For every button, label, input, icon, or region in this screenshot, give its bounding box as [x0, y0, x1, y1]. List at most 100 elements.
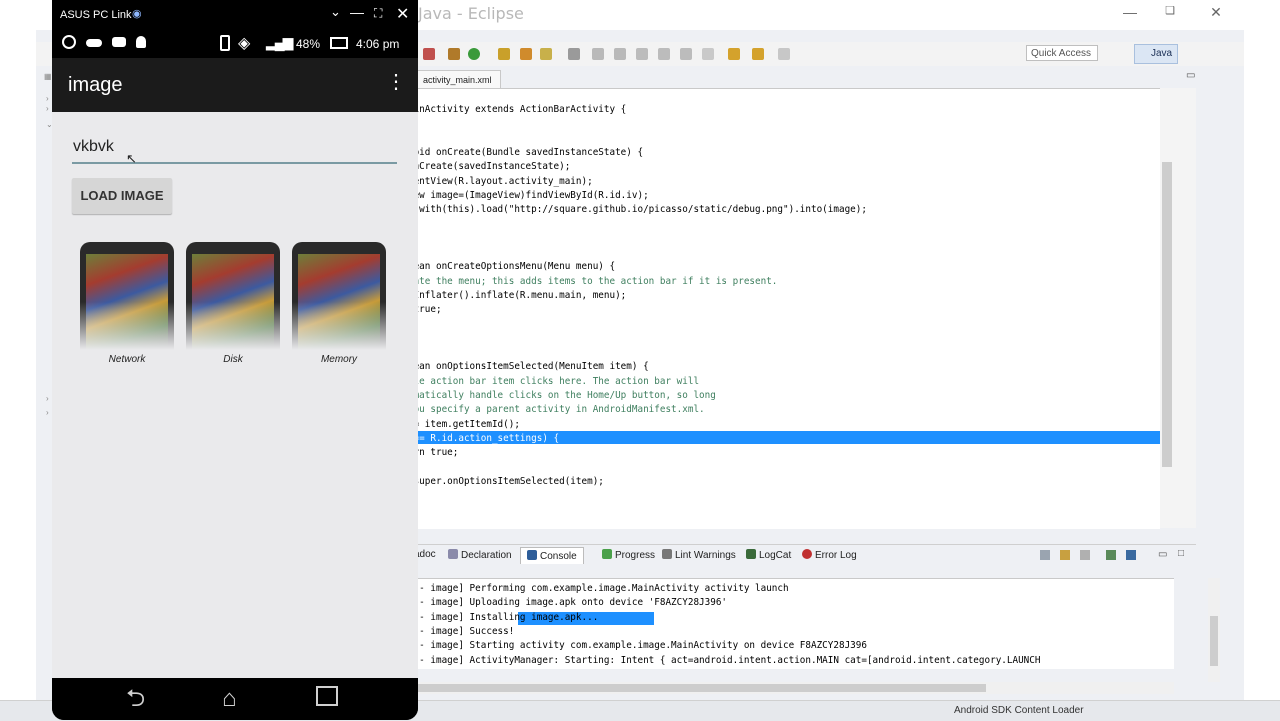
tab-declaration[interactable]: Declaration	[448, 549, 512, 561]
debug-icon[interactable]	[423, 48, 435, 60]
load-image-button[interactable]: LOAD IMAGE	[72, 178, 172, 214]
package-explorer-icon[interactable]: ▦	[44, 72, 52, 81]
text-input-value: vkbvk	[73, 138, 114, 155]
open-type-icon[interactable]	[540, 48, 552, 60]
whitespace-icon[interactable]	[658, 48, 670, 60]
display-console-icon[interactable]	[1106, 550, 1116, 560]
pc-link-minimize-icon[interactable]: —	[350, 4, 364, 20]
pin-console-icon[interactable]	[1080, 550, 1090, 560]
pin-editor-icon[interactable]	[702, 48, 714, 60]
tab-logcat[interactable]: LogCat	[746, 549, 791, 561]
format-icon[interactable]	[680, 48, 692, 60]
tree-expand-icon[interactable]: ›	[46, 394, 49, 403]
android-nav-bar: ⮌ ⌂	[52, 678, 418, 720]
pc-link-title: ASUS PC Link	[60, 9, 132, 21]
code-line: c boolean onOptionsItemSelected(MenuItem…	[380, 361, 649, 373]
new-class-icon[interactable]	[520, 48, 532, 60]
android-status-bar: ◈ ▂▄▆ 48% 4:06 pm	[52, 30, 418, 58]
minimize-editor-icon[interactable]: ▭	[1186, 70, 1195, 81]
console-icon	[527, 550, 537, 560]
run-icon[interactable]	[468, 48, 480, 60]
eclipse-window-title: Java - Eclipse	[418, 4, 524, 23]
console-vertical-scrollbar[interactable]	[1208, 578, 1220, 682]
search-icon[interactable]	[568, 48, 580, 60]
app-content: vkbvk ↖ LOAD IMAGE Network Disk Memory	[52, 112, 418, 678]
tab-error-log[interactable]: Error Log	[802, 549, 857, 561]
url-text-input[interactable]: vkbvk ↖	[72, 134, 397, 166]
whatsapp-icon	[62, 35, 76, 49]
block-select-icon[interactable]	[636, 48, 648, 60]
code-line: / as you specify a parent activity in An…	[380, 404, 705, 416]
restore-icon[interactable]: ❑	[1160, 4, 1180, 17]
code-line: / Inflate the menu; this adds items to t…	[380, 275, 778, 287]
thumbnail-label-network: Network	[108, 354, 146, 365]
thumbnail-network[interactable]	[80, 242, 174, 350]
recents-icon[interactable]	[316, 686, 338, 706]
console-line: :06:26 - image] ActivityManager: Startin…	[380, 654, 1041, 666]
java-editor[interactable]: ass MainActivity extends ActionBarActivi…	[380, 88, 1160, 529]
status-text: Android SDK Content Loader	[954, 705, 1084, 716]
close-icon[interactable]: ✕	[1206, 4, 1226, 21]
editor-scroll-thumb[interactable]	[1162, 162, 1172, 467]
lint-icon	[662, 549, 672, 559]
pc-link-collapse-icon[interactable]: ⌄	[330, 4, 341, 20]
thumbnail-memory[interactable]	[292, 242, 386, 350]
build-icon[interactable]	[448, 48, 460, 60]
console-scroll-thumb[interactable]	[384, 684, 986, 692]
back-icon[interactable]: ⮌	[126, 687, 145, 711]
history-icon[interactable]	[778, 48, 790, 60]
tab-lint-label: Lint Warnings	[675, 550, 736, 561]
declaration-icon	[448, 549, 458, 559]
scroll-lock-icon[interactable]	[1060, 550, 1070, 560]
code-line: / Handle action bar item clicks here. Th…	[380, 375, 700, 387]
app-title: image	[68, 74, 123, 96]
overflow-menu-icon[interactable]: ⋮	[386, 72, 406, 92]
back-arrow-icon[interactable]	[728, 48, 740, 60]
pc-link-fullscreen-icon[interactable]: ⛶	[374, 6, 382, 21]
maximize-view-icon[interactable]: □	[1178, 548, 1184, 559]
tab-error-log-label: Error Log	[815, 550, 857, 561]
minimize-icon[interactable]: —	[1120, 4, 1140, 20]
minimize-view-icon[interactable]: ▭	[1158, 549, 1167, 560]
tab-lint-warnings[interactable]: Lint Warnings	[662, 549, 736, 561]
bottom-view-tabs: adoc Declaration Console Progress Lint W…	[380, 544, 1196, 567]
tree-expand-icon[interactable]: ›	[46, 408, 49, 417]
pc-link-wifi-icon: ◉	[132, 8, 142, 20]
tree-expand-icon[interactable]: ›	[46, 104, 49, 113]
reflection-fade	[186, 302, 280, 350]
code-line: / automatically handle clicks on the Hom…	[380, 390, 716, 401]
tree-expand-icon[interactable]: ›	[46, 94, 49, 103]
code-line: cted void onCreate(Bundle savedInstanceS…	[380, 146, 644, 158]
tab-progress-label: Progress	[615, 550, 656, 561]
tab-activity-main-xml[interactable]: activity_main.xml	[404, 70, 501, 89]
app-action-bar: image ⋮	[52, 58, 418, 112]
open-console-icon[interactable]	[1126, 550, 1136, 560]
pc-link-close-icon[interactable]: ✕	[396, 4, 409, 24]
thumbnail-disk[interactable]	[186, 242, 280, 350]
annotation-icon[interactable]	[614, 48, 626, 60]
quick-access-input[interactable]: Quick Access	[1026, 45, 1098, 61]
forward-arrow-icon[interactable]	[752, 48, 764, 60]
clear-console-icon[interactable]	[1040, 550, 1050, 560]
console-line: :06:16 - image] Uploading image.apk onto…	[380, 597, 728, 609]
cloud-icon	[86, 39, 102, 47]
phone-mirror: ASUS PC Link ◉ ⌄ — ⛶ ✕ ◈ ▂▄▆ 48% 4:06 pm…	[52, 0, 418, 720]
tab-declaration-label: Declaration	[461, 550, 512, 561]
reflection-fade	[80, 302, 174, 350]
editor-tab-bar: activity_main.xml ▭	[380, 68, 1196, 89]
console-output[interactable]: :06:13 - image] Performing com.example.i…	[380, 578, 1174, 669]
console-vscroll-thumb[interactable]	[1210, 616, 1218, 666]
tab-console[interactable]: Console	[520, 547, 584, 564]
home-icon[interactable]: ⌂	[222, 687, 237, 711]
external-tools-icon[interactable]	[498, 48, 510, 60]
signal-icon: ▂▄▆	[266, 34, 293, 50]
tab-label: activity_main.xml	[423, 75, 492, 85]
thumbnail-label-memory: Memory	[320, 354, 358, 365]
error-log-icon	[802, 549, 812, 559]
code-line: icasso.with(this).load("http://square.gi…	[380, 204, 867, 216]
tab-progress[interactable]: Progress	[602, 549, 655, 561]
toggle-mark-icon[interactable]	[592, 48, 604, 60]
vibrate-icon	[220, 35, 230, 51]
reflection-fade	[292, 302, 386, 350]
java-perspective-button[interactable]: Java	[1134, 44, 1178, 64]
